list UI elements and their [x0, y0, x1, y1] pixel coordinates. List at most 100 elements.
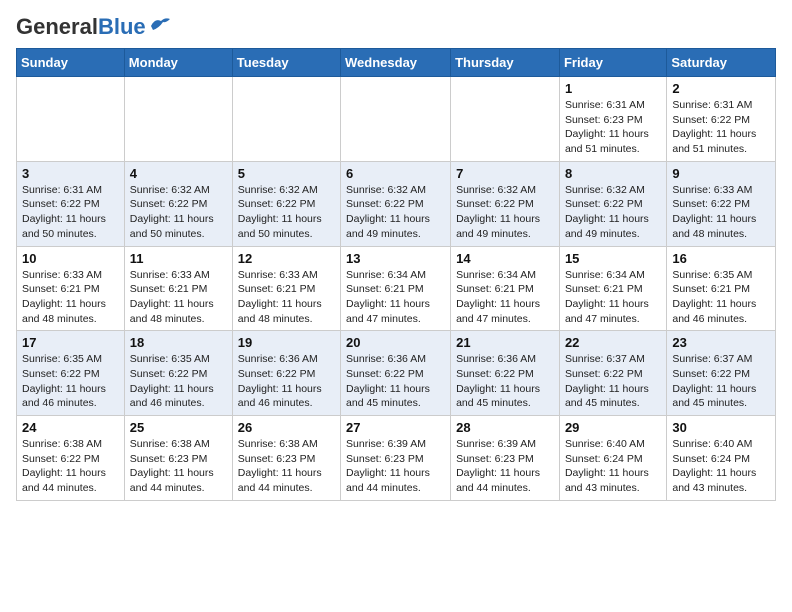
calendar-cell: 2Sunrise: 6:31 AM Sunset: 6:22 PM Daylig…	[667, 77, 776, 162]
calendar-cell: 10Sunrise: 6:33 AM Sunset: 6:21 PM Dayli…	[17, 246, 125, 331]
day-info: Sunrise: 6:36 AM Sunset: 6:22 PM Dayligh…	[346, 352, 445, 411]
logo-general: General	[16, 14, 98, 39]
calendar-cell: 6Sunrise: 6:32 AM Sunset: 6:22 PM Daylig…	[341, 161, 451, 246]
day-info: Sunrise: 6:32 AM Sunset: 6:22 PM Dayligh…	[238, 183, 335, 242]
weekday-header-friday: Friday	[559, 49, 666, 77]
day-info: Sunrise: 6:34 AM Sunset: 6:21 PM Dayligh…	[565, 268, 661, 327]
day-info: Sunrise: 6:39 AM Sunset: 6:23 PM Dayligh…	[346, 437, 445, 496]
calendar-cell: 1 Sunrise: 6:31 AM Sunset: 6:23 PM Daylig…	[559, 77, 666, 162]
calendar-cell: 22 Sunrise: 6:37 AM Sunset: 6:22 PM Dayli…	[559, 331, 666, 416]
day-number: 20	[346, 335, 445, 350]
day-number: 22	[565, 335, 661, 350]
day-number: 27	[346, 420, 445, 435]
calendar-cell: 19Sunrise: 6:36 AM Sunset: 6:22 PM Dayli…	[232, 331, 340, 416]
calendar-cell: 26 Sunrise: 6:38 AM Sunset: 6:23 PM Dayli…	[232, 416, 340, 501]
page: GeneralBlue SundayMondayTuesdayWednesday…	[0, 0, 792, 517]
calendar-cell: 13 Sunrise: 6:34 AM Sunset: 6:21 PM Dayli…	[341, 246, 451, 331]
day-info: Sunrise: 6:33 AM Sunset: 6:22 PM Dayligh…	[672, 183, 770, 242]
day-info: Sunrise: 6:35 AM Sunset: 6:22 PM Dayligh…	[130, 352, 227, 411]
weekday-header-saturday: Saturday	[667, 49, 776, 77]
calendar-cell: 12 Sunrise: 6:33 AM Sunset: 6:21 PM Dayli…	[232, 246, 340, 331]
day-info: Sunrise: 6:37 AM Sunset: 6:22 PM Dayligh…	[672, 352, 770, 411]
day-number: 8	[565, 166, 661, 181]
calendar-cell: 11Sunrise: 6:33 AM Sunset: 6:21 PM Dayli…	[124, 246, 232, 331]
day-number: 3	[22, 166, 119, 181]
day-info: Sunrise: 6:38 AM Sunset: 6:23 PM Dayligh…	[238, 437, 335, 496]
day-info: Sunrise: 6:33 AM Sunset: 6:21 PM Dayligh…	[238, 268, 335, 327]
calendar-cell: 16 Sunrise: 6:35 AM Sunset: 6:21 PM Dayli…	[667, 246, 776, 331]
day-info: Sunrise: 6:35 AM Sunset: 6:21 PM Dayligh…	[672, 268, 770, 327]
day-number: 1	[565, 81, 661, 96]
calendar-cell	[451, 77, 560, 162]
day-number: 23	[672, 335, 770, 350]
calendar-cell: 21Sunrise: 6:36 AM Sunset: 6:22 PM Dayli…	[451, 331, 560, 416]
day-number: 26	[238, 420, 335, 435]
calendar-cell	[232, 77, 340, 162]
week-row-4: 17Sunrise: 6:35 AM Sunset: 6:22 PM Dayli…	[17, 331, 776, 416]
day-number: 24	[22, 420, 119, 435]
calendar-cell: 20 Sunrise: 6:36 AM Sunset: 6:22 PM Dayli…	[341, 331, 451, 416]
calendar-cell: 14 Sunrise: 6:34 AM Sunset: 6:21 PM Dayli…	[451, 246, 560, 331]
day-number: 25	[130, 420, 227, 435]
day-number: 16	[672, 251, 770, 266]
calendar-cell	[341, 77, 451, 162]
day-number: 15	[565, 251, 661, 266]
day-number: 19	[238, 335, 335, 350]
day-info: Sunrise: 6:31 AM Sunset: 6:22 PM Dayligh…	[22, 183, 119, 242]
calendar-table: SundayMondayTuesdayWednesdayThursdayFrid…	[16, 48, 776, 501]
day-number: 18	[130, 335, 227, 350]
calendar-cell: 30 Sunrise: 6:40 AM Sunset: 6:24 PM Dayli…	[667, 416, 776, 501]
weekday-header-wednesday: Wednesday	[341, 49, 451, 77]
calendar-cell	[17, 77, 125, 162]
logo: GeneralBlue	[16, 16, 171, 38]
day-number: 4	[130, 166, 227, 181]
day-info: Sunrise: 6:33 AM Sunset: 6:21 PM Dayligh…	[130, 268, 227, 327]
logo-bird-icon	[149, 16, 171, 34]
calendar-cell: 15 Sunrise: 6:34 AM Sunset: 6:21 PM Dayli…	[559, 246, 666, 331]
calendar-cell: 27 Sunrise: 6:39 AM Sunset: 6:23 PM Dayli…	[341, 416, 451, 501]
day-number: 9	[672, 166, 770, 181]
week-row-1: 1 Sunrise: 6:31 AM Sunset: 6:23 PM Daylig…	[17, 77, 776, 162]
day-info: Sunrise: 6:31 AM Sunset: 6:23 PM Dayligh…	[565, 98, 661, 157]
day-number: 29	[565, 420, 661, 435]
day-number: 5	[238, 166, 335, 181]
calendar-cell: 9 Sunrise: 6:33 AM Sunset: 6:22 PM Daylig…	[667, 161, 776, 246]
day-info: Sunrise: 6:40 AM Sunset: 6:24 PM Dayligh…	[565, 437, 661, 496]
calendar-cell	[124, 77, 232, 162]
calendar-cell: 25 Sunrise: 6:38 AM Sunset: 6:23 PM Dayli…	[124, 416, 232, 501]
day-number: 30	[672, 420, 770, 435]
day-number: 14	[456, 251, 554, 266]
weekday-header-thursday: Thursday	[451, 49, 560, 77]
day-info: Sunrise: 6:32 AM Sunset: 6:22 PM Dayligh…	[346, 183, 445, 242]
calendar-cell: 23 Sunrise: 6:37 AM Sunset: 6:22 PM Dayli…	[667, 331, 776, 416]
calendar-cell: 24 Sunrise: 6:38 AM Sunset: 6:22 PM Dayli…	[17, 416, 125, 501]
day-info: Sunrise: 6:37 AM Sunset: 6:22 PM Dayligh…	[565, 352, 661, 411]
calendar-cell: 28Sunrise: 6:39 AM Sunset: 6:23 PM Dayli…	[451, 416, 560, 501]
day-number: 28	[456, 420, 554, 435]
day-info: Sunrise: 6:40 AM Sunset: 6:24 PM Dayligh…	[672, 437, 770, 496]
week-row-3: 10Sunrise: 6:33 AM Sunset: 6:21 PM Dayli…	[17, 246, 776, 331]
weekday-header-tuesday: Tuesday	[232, 49, 340, 77]
day-info: Sunrise: 6:38 AM Sunset: 6:23 PM Dayligh…	[130, 437, 227, 496]
weekday-header-sunday: Sunday	[17, 49, 125, 77]
day-number: 21	[456, 335, 554, 350]
week-row-5: 24 Sunrise: 6:38 AM Sunset: 6:22 PM Dayli…	[17, 416, 776, 501]
day-number: 12	[238, 251, 335, 266]
weekday-header-row: SundayMondayTuesdayWednesdayThursdayFrid…	[17, 49, 776, 77]
logo-blue-text: Blue	[98, 14, 146, 39]
day-info: Sunrise: 6:32 AM Sunset: 6:22 PM Dayligh…	[130, 183, 227, 242]
calendar-cell: 4 Sunrise: 6:32 AM Sunset: 6:22 PM Daylig…	[124, 161, 232, 246]
day-info: Sunrise: 6:38 AM Sunset: 6:22 PM Dayligh…	[22, 437, 119, 496]
day-number: 13	[346, 251, 445, 266]
day-info: Sunrise: 6:31 AM Sunset: 6:22 PM Dayligh…	[672, 98, 770, 157]
day-info: Sunrise: 6:34 AM Sunset: 6:21 PM Dayligh…	[346, 268, 445, 327]
week-row-2: 3 Sunrise: 6:31 AM Sunset: 6:22 PM Daylig…	[17, 161, 776, 246]
calendar-cell: 8Sunrise: 6:32 AM Sunset: 6:22 PM Daylig…	[559, 161, 666, 246]
weekday-header-monday: Monday	[124, 49, 232, 77]
calendar-cell: 29 Sunrise: 6:40 AM Sunset: 6:24 PM Dayli…	[559, 416, 666, 501]
day-info: Sunrise: 6:34 AM Sunset: 6:21 PM Dayligh…	[456, 268, 554, 327]
calendar-cell: 7Sunrise: 6:32 AM Sunset: 6:22 PM Daylig…	[451, 161, 560, 246]
calendar-cell: 5 Sunrise: 6:32 AM Sunset: 6:22 PM Daylig…	[232, 161, 340, 246]
day-number: 7	[456, 166, 554, 181]
day-info: Sunrise: 6:33 AM Sunset: 6:21 PM Dayligh…	[22, 268, 119, 327]
